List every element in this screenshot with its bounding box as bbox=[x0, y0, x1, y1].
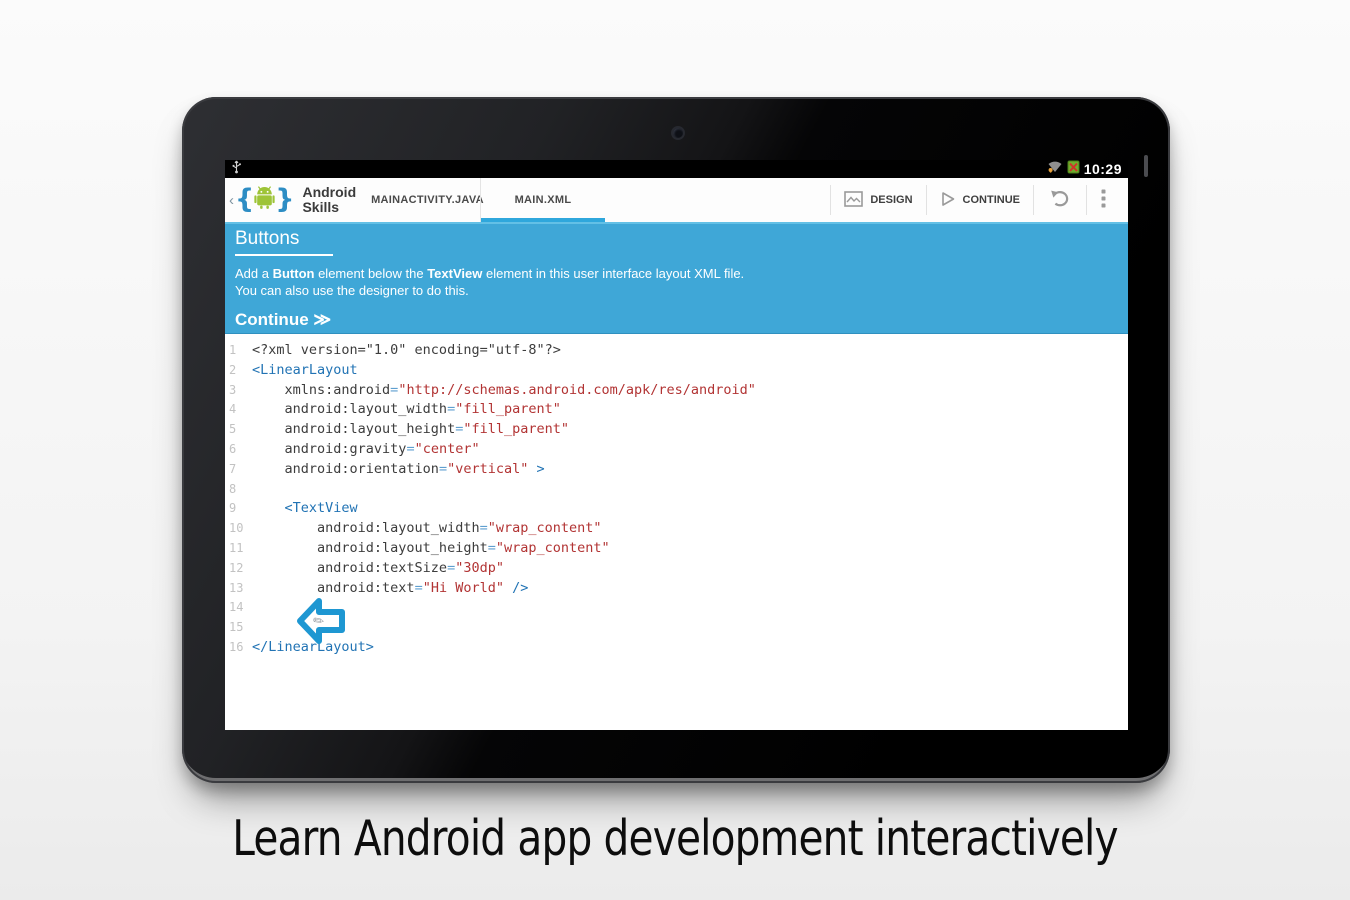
file-tabs: MAINACTIVITY.JAVAMAIN.XML bbox=[375, 178, 605, 222]
tablet-frame: 10:29 ‹ { bbox=[182, 97, 1170, 783]
lesson-title: Buttons bbox=[235, 228, 1118, 250]
lesson-continue-link[interactable]: Continue ≫ bbox=[235, 310, 1118, 330]
code-line: 10 android:layout_width="wrap_content" bbox=[225, 519, 1128, 539]
action-bar: ‹ { } An bbox=[225, 178, 1128, 222]
tablet-screen: 10:29 ‹ { bbox=[225, 160, 1128, 730]
battery-error-icon bbox=[1067, 160, 1080, 179]
brace-close-icon: } bbox=[275, 187, 294, 213]
front-camera bbox=[671, 126, 685, 140]
code-line: 16</LinearLayout> bbox=[225, 638, 1128, 658]
bezel-reflection bbox=[1144, 155, 1148, 177]
tutorial-arrow-icon: ✎ bbox=[297, 596, 345, 646]
brace-open-icon: { bbox=[235, 187, 254, 213]
code-line: 11 android:layout_height="wrap_content" bbox=[225, 539, 1128, 559]
design-button-label: DESIGN bbox=[870, 194, 912, 206]
lesson-instruction: Add a Button element below the TextView … bbox=[235, 265, 1118, 299]
code-line: 15 bbox=[225, 618, 1128, 638]
action-buttons: DESIGN CONTINUE bbox=[830, 178, 1128, 222]
code-line: 14 bbox=[225, 598, 1128, 618]
android-robot-icon bbox=[254, 186, 275, 214]
code-line: 3 xmlns:android="http://schemas.android.… bbox=[225, 381, 1128, 401]
code-line: 6 android:gravity="center" bbox=[225, 440, 1128, 460]
clock: 10:29 bbox=[1084, 160, 1122, 178]
code-line: 7 android:orientation="vertical" > bbox=[225, 460, 1128, 480]
continue-button-label: CONTINUE bbox=[963, 194, 1020, 206]
code-line: 13 android:text="Hi World" /> bbox=[225, 579, 1128, 599]
code-line: 5 android:layout_height="fill_parent" bbox=[225, 420, 1128, 440]
continue-button[interactable]: CONTINUE bbox=[927, 178, 1033, 222]
undo-button[interactable] bbox=[1034, 178, 1086, 222]
wifi-warning-icon bbox=[1047, 160, 1063, 178]
usb-icon bbox=[231, 160, 242, 179]
code-line: 8 bbox=[225, 480, 1128, 500]
code-line: 2<LinearLayout bbox=[225, 361, 1128, 381]
tab-mainactivity-java[interactable]: MAINACTIVITY.JAVA bbox=[375, 178, 480, 222]
overflow-menu-button[interactable] bbox=[1087, 178, 1120, 222]
design-button[interactable]: DESIGN bbox=[831, 178, 925, 222]
title-underline bbox=[235, 254, 333, 256]
back-chevron-icon: ‹ bbox=[229, 192, 234, 209]
code-line: 12 android:textSize="30dp" bbox=[225, 559, 1128, 579]
picture-icon bbox=[844, 191, 863, 210]
lesson-panel: Buttons Add a Button element below the T… bbox=[225, 222, 1128, 334]
play-triangle-icon bbox=[940, 191, 956, 210]
tab-main-xml[interactable]: MAIN.XML bbox=[480, 178, 605, 222]
status-bar: 10:29 bbox=[225, 160, 1128, 178]
code-line: 9 <TextView bbox=[225, 499, 1128, 519]
app-home-button[interactable]: ‹ { } An bbox=[225, 178, 375, 222]
overflow-menu-icon bbox=[1101, 189, 1106, 212]
marketing-caption: Learn Android app development interactiv… bbox=[115, 810, 1236, 867]
app-title: Android Skills bbox=[302, 185, 356, 215]
code-line: 1<?xml version="1.0" encoding="utf-8"?> bbox=[225, 341, 1128, 361]
code-line: 4 android:layout_width="fill_parent" bbox=[225, 400, 1128, 420]
code-editor[interactable]: 1<?xml version="1.0" encoding="utf-8"?>2… bbox=[225, 334, 1128, 730]
undo-icon bbox=[1048, 189, 1072, 211]
